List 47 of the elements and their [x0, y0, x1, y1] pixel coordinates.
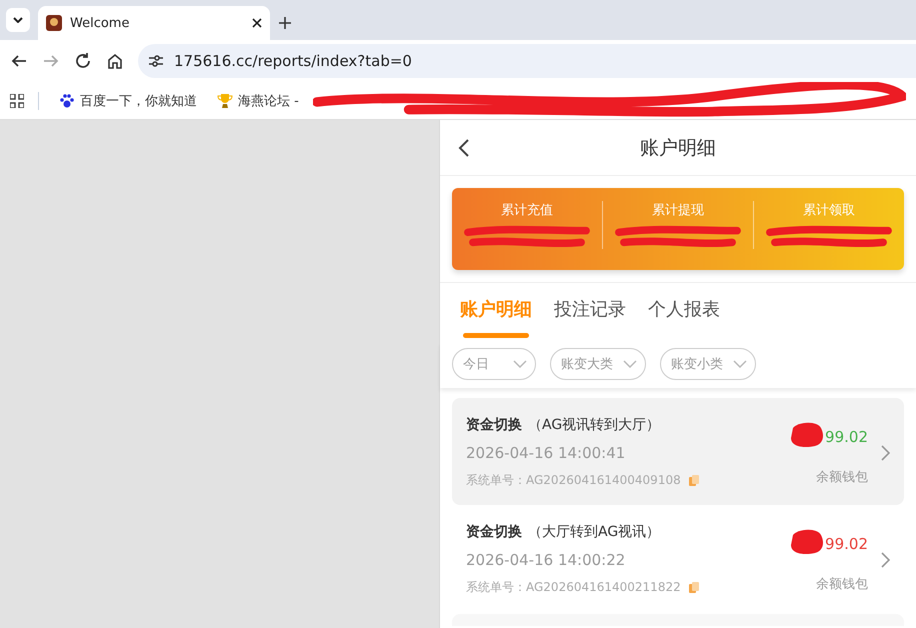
chevron-down-icon [623, 360, 637, 368]
home-button[interactable] [106, 52, 124, 70]
wallet-label: 余额钱包 [816, 468, 868, 486]
page-title: 账户明细 [640, 136, 716, 158]
record-card[interactable]: 资金切换 （AG视讯转到大厅） 2026-04-16 14:00:41 系统单号：AG202604161400409108 99.02 余额钱包 [452, 398, 904, 505]
summary-label: 累计领取 [803, 202, 855, 218]
browser-tab[interactable]: Welcome [38, 6, 270, 40]
reload-button[interactable] [74, 52, 92, 70]
close-tab-button[interactable] [252, 18, 262, 28]
record-time: 2026-04-16 14:00:41 [466, 444, 626, 462]
record-title: 资金切换 [466, 523, 522, 541]
plus-icon [278, 16, 292, 30]
chevron-right-icon [880, 552, 890, 568]
chevron-left-icon [458, 138, 470, 158]
record-amount: 99.02 [825, 428, 868, 446]
tab-list-button[interactable] [6, 8, 30, 32]
address-text: 175616.cc/reports/index?tab=0 [174, 52, 412, 70]
page-tab[interactable]: 个人报表 [648, 297, 720, 341]
record-time: 2026-04-16 14:00:22 [466, 551, 626, 569]
record-detail: （大厅转到AG视讯） [528, 523, 660, 541]
chevron-right-icon [880, 444, 890, 460]
apps-grid-icon[interactable] [10, 94, 24, 108]
record-detail: （AG视讯转到大厅） [528, 416, 660, 434]
record-title: 资金切换 [466, 416, 522, 434]
bookmark[interactable]: 海燕论坛 - [211, 90, 305, 112]
bookmark[interactable]: 百度一下，你就知道 [53, 90, 203, 112]
trophy-icon [217, 92, 233, 108]
caret-icon [13, 17, 23, 23]
paw-icon [59, 92, 75, 108]
back-button[interactable] [458, 138, 470, 158]
site-favicon-icon [46, 15, 62, 31]
summary-label: 累计提现 [652, 202, 704, 218]
order-number: 系统单号：AG202604161400409108 [466, 472, 681, 489]
order-number: 系统单号：AG202604161400211822 [466, 579, 681, 596]
address-field[interactable]: 175616.cc/reports/index?tab=0 [138, 44, 916, 78]
summary-label: 累计充值 [501, 202, 553, 218]
tab-title: Welcome [70, 16, 130, 30]
close-icon [252, 18, 262, 28]
wallet-label: 余额钱包 [816, 576, 868, 592]
page-tab[interactable]: 投注记录 [554, 297, 626, 341]
chevron-down-icon [733, 360, 747, 368]
site-info-icon[interactable] [148, 54, 164, 68]
record-amount: 99.02 [825, 534, 868, 552]
home-icon [106, 52, 124, 70]
chevron-down-icon [513, 360, 527, 368]
reload-icon [74, 52, 92, 70]
new-tab-button[interactable] [278, 16, 292, 30]
